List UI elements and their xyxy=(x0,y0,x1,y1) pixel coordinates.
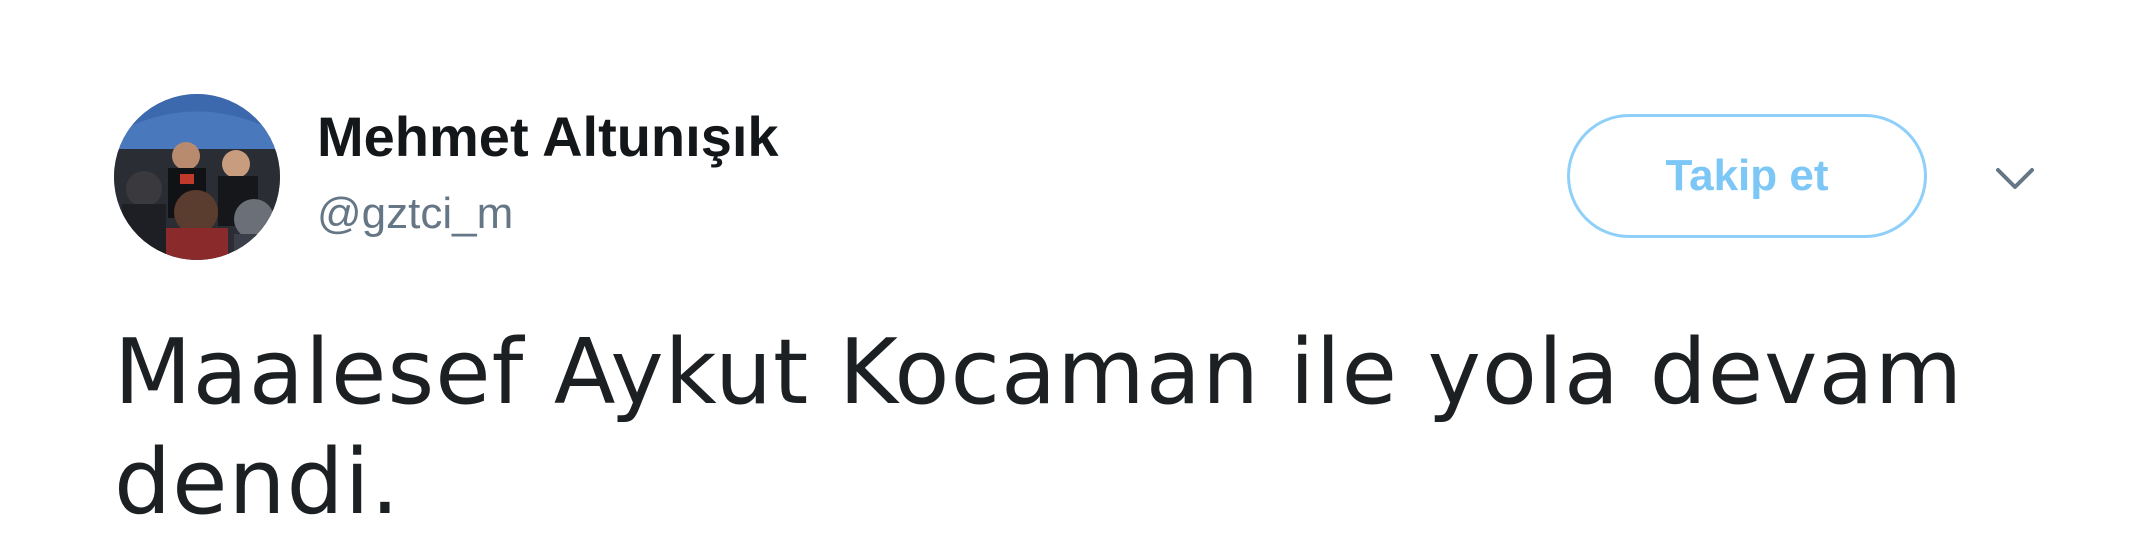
user-handle[interactable]: @gztci_m xyxy=(317,188,513,240)
user-name[interactable]: Mehmet Altunışık xyxy=(317,104,779,170)
tweet-text: Maalesef Aykut Kocaman ile yola devam de… xyxy=(114,320,1964,535)
avatar-photo xyxy=(114,94,280,260)
avatar[interactable] xyxy=(114,94,280,260)
follow-button[interactable]: Takip et xyxy=(1567,114,1927,238)
tweet-card: Mehmet Altunışık @gztci_m Takip et Maale… xyxy=(0,0,2133,555)
chevron-down-icon[interactable] xyxy=(1992,160,2038,196)
